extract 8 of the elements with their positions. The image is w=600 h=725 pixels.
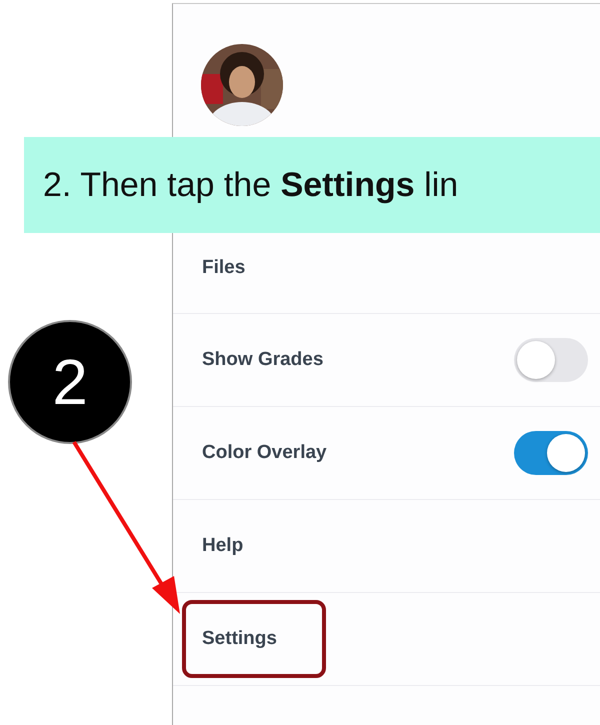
menu-item[interactable]: Settings <box>173 593 600 686</box>
toggle-switch[interactable] <box>514 338 588 382</box>
menu-item[interactable]: Show Grades <box>173 314 600 407</box>
menu-item[interactable]: Files <box>173 234 600 314</box>
step-marker: 2 <box>8 320 132 444</box>
instruction-caption: 2. Then tap the Settings lin <box>24 137 600 233</box>
toggle-switch[interactable] <box>514 431 588 475</box>
menu-item[interactable]: Color Overlay <box>173 407 600 500</box>
